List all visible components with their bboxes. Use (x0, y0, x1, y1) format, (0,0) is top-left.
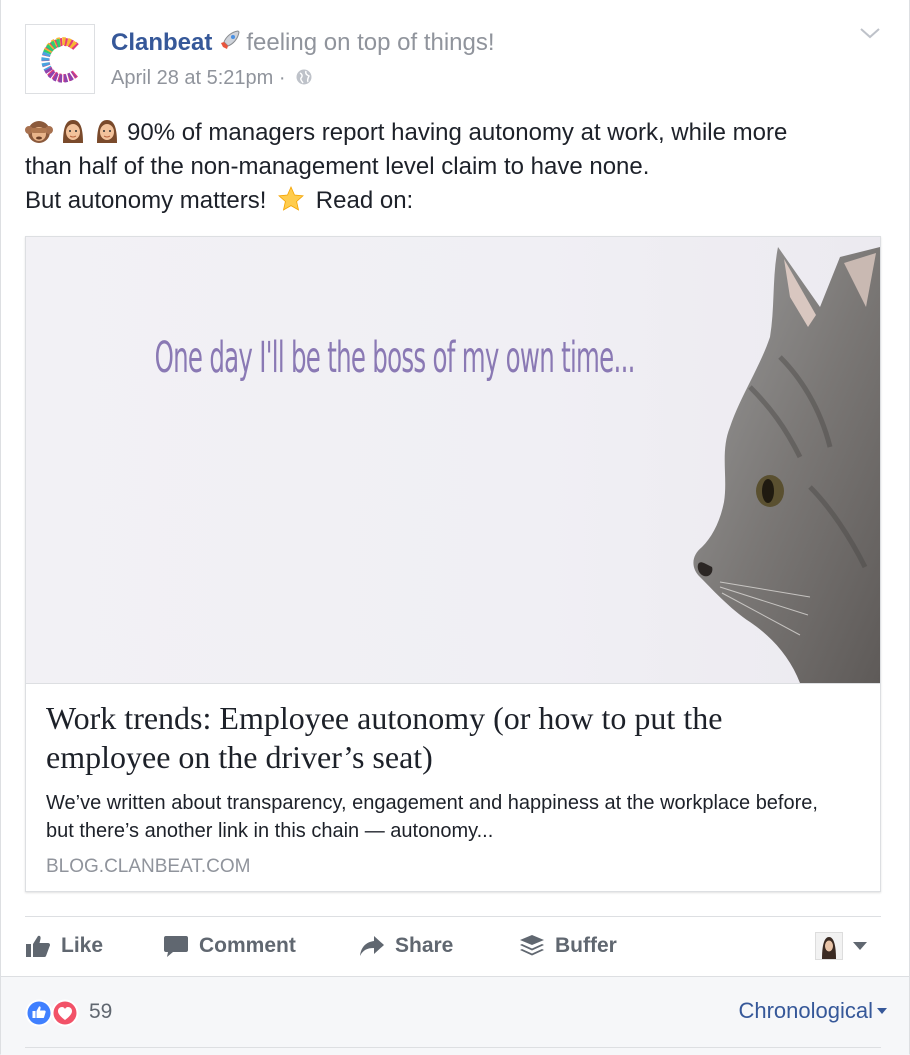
clanbeat-logo-icon (41, 37, 79, 83)
buffer-button[interactable]: Buffer (519, 928, 617, 964)
comment-sort-label: Chronological (738, 998, 873, 1023)
comment-label: Comment (199, 934, 296, 957)
footer-divider (25, 1047, 881, 1048)
post-header: Clanbeat feeling on top of things! (111, 28, 495, 60)
link-title[interactable]: Work trends: Employee autonomy (or how t… (46, 699, 846, 777)
buffer-layers-icon (520, 935, 544, 956)
rocket-icon (218, 28, 242, 60)
link-preview-card[interactable]: One day I'll be the boss of my own time.… (25, 236, 881, 892)
meta-separator: · (278, 67, 286, 89)
comment-button[interactable]: Comment (163, 928, 296, 964)
thumbs-up-icon (26, 935, 50, 957)
caret-down-icon (877, 1008, 887, 1014)
share-label: Share (395, 934, 454, 957)
caret-down-icon (853, 942, 867, 950)
user-avatar (815, 932, 843, 960)
like-reaction-icon (25, 999, 53, 1027)
post-timestamp[interactable]: April 28 at 5:21pm (111, 67, 273, 89)
link-domain: BLOG.CLANBEAT.COM (46, 856, 251, 877)
like-label: Like (61, 934, 104, 957)
image-overlay-text: One day I'll be the boss of my own time.… (154, 333, 636, 383)
love-reaction-icon (51, 999, 79, 1027)
post-text-line-3b: Read on: (315, 187, 414, 214)
link-description: We’ve written about transparency, engage… (46, 792, 818, 842)
actions-divider (25, 916, 881, 917)
like-button[interactable]: Like (25, 928, 103, 964)
comment-sort-dropdown[interactable]: Chronological (738, 997, 887, 1025)
post-options-chevron-icon[interactable] (859, 26, 881, 45)
reaction-icons[interactable] (25, 999, 81, 1027)
reactions-footer: 59 Chronological (1, 976, 909, 1055)
post-as-selector[interactable] (815, 932, 869, 960)
page-name-link[interactable]: Clanbeat (111, 29, 212, 56)
cat-photo-image (693, 247, 880, 683)
buffer-label: Buffer (555, 934, 617, 957)
globe-icon[interactable] (295, 68, 313, 92)
post-text-line-1: 90% of managers report having autonomy a… (127, 119, 788, 146)
see-no-evil-monkey-icon (25, 121, 53, 143)
person-gesturing-icon (97, 120, 117, 143)
post-text-line-3a: But autonomy matters! (25, 187, 267, 214)
post-message-line-3: But autonomy matters! Read on: (25, 184, 885, 218)
post-message-line-1: 90% of managers report having autonomy a… (25, 116, 885, 150)
feeling-activity: feeling on top of things! (246, 29, 495, 56)
star-icon (278, 186, 305, 211)
page-avatar[interactable] (25, 24, 95, 94)
link-preview-image[interactable]: One day I'll be the boss of my own time.… (26, 237, 880, 684)
post-message: 90% of managers report having autonomy a… (25, 116, 885, 218)
post-text-line-2: than half of the non-management level cl… (25, 153, 650, 180)
person-gesturing-icon (63, 120, 83, 143)
reaction-count[interactable]: 59 (89, 999, 112, 1025)
share-arrow-icon (360, 936, 384, 956)
post-card: Clanbeat feeling on top of things! April … (0, 0, 910, 1055)
post-meta: April 28 at 5:21pm · (111, 66, 313, 92)
share-button[interactable]: Share (359, 928, 453, 964)
comment-icon (164, 936, 188, 957)
